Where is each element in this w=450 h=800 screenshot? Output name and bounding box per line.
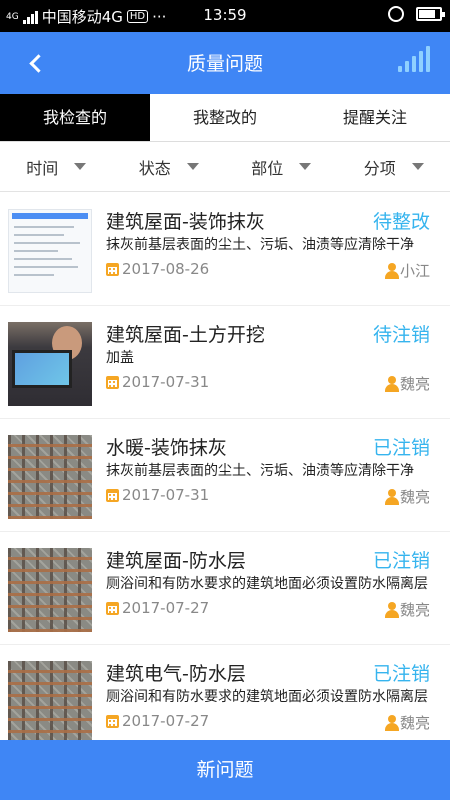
caret-down-icon [411, 163, 424, 170]
issue-thumbnail [8, 548, 92, 632]
calendar-icon [106, 488, 119, 502]
filter-status[interactable]: 状态 [113, 142, 226, 191]
issue-date: 2017-07-31 [106, 373, 209, 391]
user-icon [384, 262, 399, 279]
issue-user-name: 魏亮 [399, 375, 430, 393]
issue-list-item[interactable]: 建筑电气-防水层 已注销 厕浴间和有防水要求的建筑地面必须设置防水隔离层 201… [0, 645, 450, 740]
issue-user: 魏亮 [384, 486, 430, 507]
issue-date-text: 2017-07-31 [122, 373, 210, 391]
issue-thumbnail [8, 209, 92, 293]
filter-bar: 时间 状态 部位 分项 [0, 142, 450, 192]
new-issue-button[interactable]: 新问题 [0, 740, 450, 800]
battery-icon [416, 7, 445, 21]
title-bar: 质量问题 [0, 32, 450, 94]
issue-status: 已注销 [372, 663, 430, 685]
alarm-icon [388, 6, 404, 22]
issue-description: 厕浴间和有防水要求的建筑地面必须设置防水隔离层 [106, 689, 428, 705]
issue-status: 待注销 [372, 324, 430, 346]
calendar-icon [106, 714, 119, 728]
calendar-icon [106, 375, 119, 389]
caret-down-icon [186, 163, 199, 170]
issue-title: 建筑屋面-装饰抹灰 [106, 211, 265, 233]
user-icon [384, 714, 399, 731]
issue-date: 2017-07-27 [106, 712, 209, 730]
issue-date-text: 2017-07-27 [122, 599, 210, 617]
issue-description: 抹灰前基层表面的尘土、污垢、油渍等应清除干净 [106, 237, 414, 253]
tab-bar: 我检查的 我整改的 提醒关注 [0, 94, 450, 142]
page-title: 质量问题 [186, 53, 263, 75]
issue-description: 加盖 [106, 350, 134, 366]
issue-user: 魏亮 [384, 373, 430, 394]
issue-list[interactable]: 建筑屋面-装饰抹灰 待整改 抹灰前基层表面的尘土、污垢、油渍等应清除干净 201… [0, 193, 450, 740]
issue-user: 魏亮 [384, 712, 430, 733]
system-status-bar: 4G 中国移动4G HD ··· 13:59 [0, 0, 450, 32]
issue-thumbnail [8, 322, 92, 406]
issue-date: 2017-07-27 [106, 599, 209, 617]
issue-user-name: 魏亮 [399, 488, 430, 506]
issue-status: 已注销 [372, 550, 430, 572]
filter-category-label: 分项 [363, 158, 396, 178]
issue-user-name: 魏亮 [399, 601, 430, 619]
issue-title: 水暖-装饰抹灰 [106, 437, 227, 459]
tab-reminders[interactable]: 提醒关注 [300, 94, 450, 141]
issue-date: 2017-08-26 [106, 260, 209, 278]
issue-title: 建筑屋面-防水层 [106, 550, 246, 572]
filter-location-label: 部位 [251, 158, 284, 178]
issue-description: 厕浴间和有防水要求的建筑地面必须设置防水隔离层 [106, 576, 428, 592]
issue-title: 建筑电气-防水层 [106, 663, 246, 685]
issue-date-text: 2017-07-31 [122, 486, 210, 504]
status-right [388, 6, 445, 22]
issue-user: 魏亮 [384, 599, 430, 620]
issue-title: 建筑屋面-土方开挖 [106, 324, 265, 346]
caret-down-icon [74, 163, 87, 170]
issue-status: 待整改 [372, 211, 430, 233]
issue-description: 抹灰前基层表面的尘土、污垢、油渍等应清除干净 [106, 463, 414, 479]
issue-list-item[interactable]: 建筑屋面-土方开挖 待注销 加盖 2017-07-31 魏亮 [0, 306, 450, 418]
issue-date: 2017-07-31 [106, 486, 209, 504]
user-icon [384, 375, 399, 392]
issue-user-name: 小江 [399, 262, 430, 280]
filter-time-label: 时间 [26, 158, 59, 178]
calendar-icon [106, 601, 119, 615]
tab-my-inspections[interactable]: 我检查的 [0, 94, 150, 141]
caret-down-icon [299, 163, 312, 170]
tab-my-rectifications[interactable]: 我整改的 [150, 94, 300, 141]
issue-status: 已注销 [372, 437, 430, 459]
issue-date-text: 2017-07-27 [122, 712, 210, 730]
filter-location[interactable]: 部位 [225, 142, 338, 191]
user-icon [384, 601, 399, 618]
issue-thumbnail [8, 661, 92, 740]
filter-status-label: 状态 [138, 158, 171, 178]
signal-bars-icon[interactable] [398, 46, 430, 72]
issue-list-item[interactable]: 建筑屋面-装饰抹灰 待整改 抹灰前基层表面的尘土、污垢、油渍等应清除干净 201… [0, 193, 450, 305]
filter-category[interactable]: 分项 [338, 142, 450, 191]
issue-thumbnail [8, 435, 92, 519]
issue-user-name: 魏亮 [399, 714, 430, 732]
calendar-icon [106, 262, 119, 276]
filter-time[interactable]: 时间 [0, 142, 113, 191]
issue-user: 小江 [384, 260, 430, 281]
clock: 13:59 [203, 6, 247, 24]
issue-list-item[interactable]: 建筑屋面-防水层 已注销 厕浴间和有防水要求的建筑地面必须设置防水隔离层 201… [0, 532, 450, 644]
user-icon [384, 488, 399, 505]
issue-list-item[interactable]: 水暖-装饰抹灰 已注销 抹灰前基层表面的尘土、污垢、油渍等应清除干净 2017-… [0, 419, 450, 531]
issue-date-text: 2017-08-26 [122, 260, 210, 278]
